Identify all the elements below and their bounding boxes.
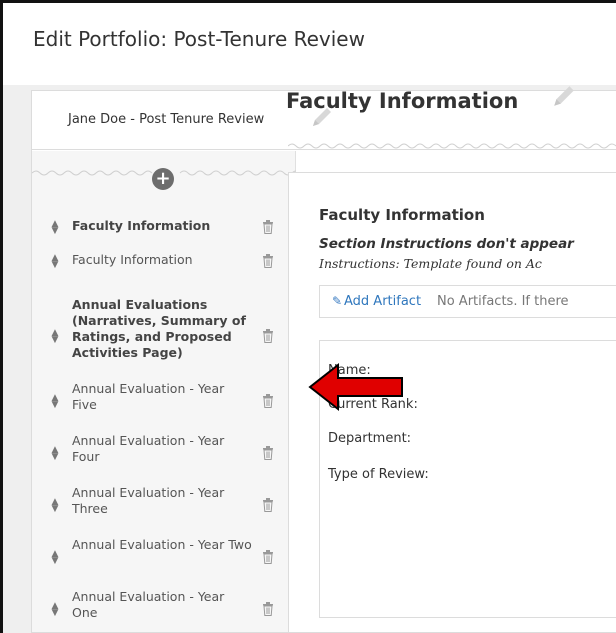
instructions-text: Instructions: Template found on Ac — [319, 256, 542, 271]
trash-icon[interactable] — [262, 445, 274, 464]
drag-handle-icon[interactable]: ▲ ▼ — [50, 602, 60, 618]
plus-circle-icon: + — [155, 168, 171, 189]
sidebar-item-faculty-information-heading[interactable]: ▲ ▼ Faculty Information — [32, 213, 296, 243]
title-bar: Edit Portfolio: Post-Tenure Review — [3, 3, 616, 85]
sidebar-item-year-three[interactable]: ▲ ▼ Annual Evaluation - Year Three — [32, 485, 296, 521]
sidebar-item-label: Faculty Information — [72, 252, 193, 267]
sidebar-item-label: Annual Evaluations (Narratives, Summary … — [72, 297, 246, 360]
field-type-of-review-label: Type of Review: — [328, 467, 429, 482]
sidebar-item-label: Annual Evaluation - Year Two — [72, 537, 252, 552]
red-arrow — [308, 362, 403, 412]
sidebar-item-label: Annual Evaluation - Year Three — [72, 485, 225, 516]
drag-handle-icon[interactable]: ▲ ▼ — [50, 329, 60, 345]
trash-icon[interactable] — [262, 497, 274, 516]
add-artifact-link[interactable]: Add Artifact — [344, 294, 421, 309]
page-title: Edit Portfolio: Post-Tenure Review — [33, 27, 365, 51]
instructions-note: Section Instructions don't appear — [319, 236, 574, 252]
portfolio-name: Jane Doe - Post Tenure Review — [68, 112, 265, 127]
trash-icon[interactable] — [262, 601, 274, 620]
sidebar-item-annual-evaluations[interactable]: ▲ ▼ Annual Evaluations (Narratives, Summa… — [32, 297, 296, 367]
drag-handle-icon[interactable]: ▲ ▼ — [50, 220, 60, 236]
sidebar-item-label: Faculty Information — [72, 218, 211, 233]
section-title: Faculty Information — [286, 89, 519, 113]
drag-handle-icon[interactable]: ▲ ▼ — [50, 446, 60, 462]
drag-handle-icon[interactable]: ▲ ▼ — [50, 498, 60, 514]
trash-icon[interactable] — [262, 219, 274, 238]
squiggle-divider — [288, 143, 616, 149]
add-section-button[interactable]: + — [152, 168, 174, 190]
artifact-bar: ✎ Add Artifact No Artifacts. If there — [319, 285, 616, 318]
trash-icon[interactable] — [262, 549, 274, 568]
sidebar-item-year-two[interactable]: ▲ ▼ Annual Evaluation - Year Two — [32, 537, 296, 573]
trash-icon[interactable] — [262, 328, 274, 347]
drag-handle-icon[interactable]: ▲ ▼ — [50, 254, 60, 270]
sidebar-item-label: Annual Evaluation - Year Five — [72, 381, 225, 412]
trash-icon[interactable] — [262, 253, 274, 272]
drag-handle-icon[interactable]: ▲ ▼ — [50, 550, 60, 566]
field-department-label: Department: — [328, 431, 412, 446]
trash-icon[interactable] — [262, 393, 274, 412]
panel-title: Faculty Information — [319, 206, 485, 224]
sidebar-item-year-one[interactable]: ▲ ▼ Annual Evaluation - Year One — [32, 589, 296, 625]
sidebar: + ▲ ▼ Faculty Information ▲ ▼ Faculty Info… — [32, 151, 296, 632]
sidebar-item-label: Annual Evaluation - Year One — [72, 589, 225, 620]
drag-handle-icon[interactable]: ▲ ▼ — [50, 394, 60, 410]
sidebar-item-label: Annual Evaluation - Year Four — [72, 433, 225, 464]
paperclip-icon: ✎ — [332, 294, 343, 308]
pencil-icon[interactable] — [551, 83, 577, 113]
sidebar-item-year-four[interactable]: ▲ ▼ Annual Evaluation - Year Four — [32, 433, 296, 469]
no-artifacts-text: No Artifacts. If there — [437, 294, 569, 309]
sidebar-item-faculty-information[interactable]: ▲ ▼ Faculty Information — [32, 248, 296, 276]
sidebar-item-year-five[interactable]: ▲ ▼ Annual Evaluation - Year Five — [32, 381, 296, 417]
